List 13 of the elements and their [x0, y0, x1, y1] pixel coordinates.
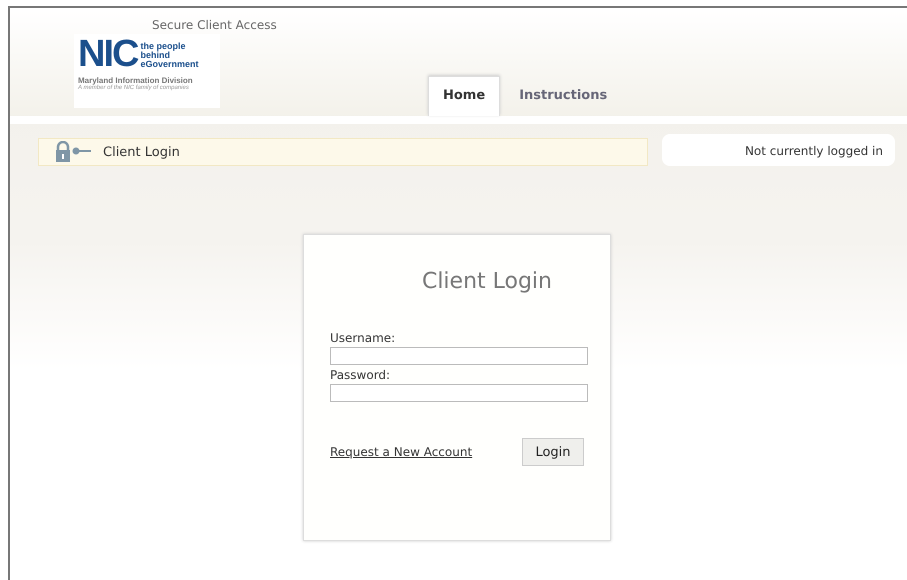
request-account-link[interactable]: Request a New Account [330, 445, 472, 459]
nav-tab[interactable]: Instructions [504, 76, 622, 116]
login-button[interactable]: Login [522, 438, 584, 466]
input-field[interactable] [330, 347, 588, 365]
site-title: Secure Client Access [152, 18, 278, 32]
field-label: Username: [330, 331, 396, 345]
field-label: Password: [330, 368, 392, 382]
breadcrumb-label: Client Login [103, 144, 180, 160]
nav-tab[interactable]: Home [428, 76, 500, 116]
lock-key-icon [55, 141, 93, 163]
card-title: Client Login [422, 269, 552, 294]
input-field[interactable] [330, 384, 588, 402]
login-status: Not currently logged in [662, 134, 895, 166]
